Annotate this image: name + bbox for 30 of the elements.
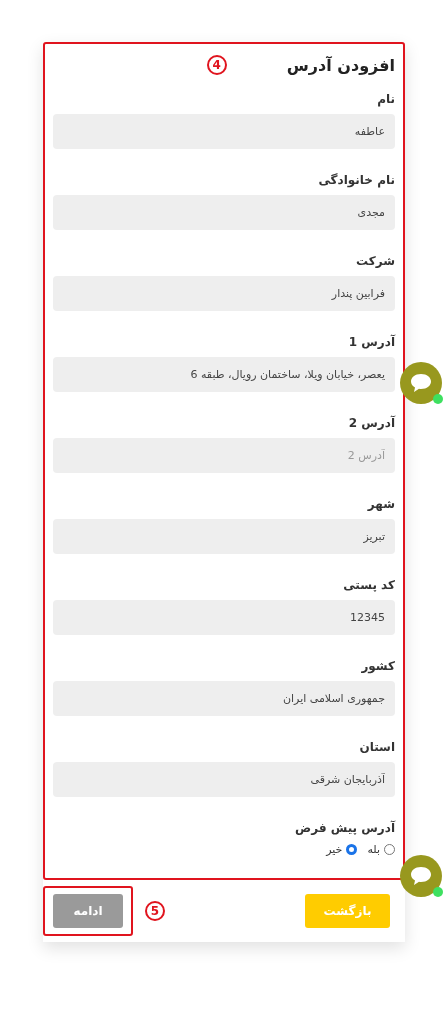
field-label: استان — [358, 740, 395, 754]
field-label: کشور — [360, 659, 395, 673]
input-field[interactable]: تبریز — [53, 519, 395, 554]
input-field[interactable]: آدرس 2 — [53, 438, 395, 473]
field-label: کد پستی — [342, 578, 395, 592]
input-field[interactable]: جمهوری اسلامی ایران — [53, 681, 395, 716]
field-label: شرکت — [355, 254, 395, 268]
input-field[interactable]: مجدی — [53, 195, 395, 230]
chat-button[interactable] — [400, 362, 442, 404]
form-title: افزودن آدرس — [286, 55, 395, 75]
radio-option[interactable]: خیر — [326, 843, 358, 856]
field-label: شهر — [366, 497, 395, 511]
field-label: آدرس 1 — [347, 335, 395, 349]
radio-option[interactable]: بله — [367, 843, 395, 856]
input-field[interactable]: 12345 — [53, 600, 395, 635]
input-field[interactable]: آذربایجان شرقی — [53, 762, 395, 797]
annotation-number: 5 — [145, 901, 165, 921]
input-field[interactable]: فرابین پندار — [53, 276, 395, 311]
chat-bubble-icon — [409, 372, 433, 394]
chat-button[interactable] — [400, 855, 442, 897]
field-label: آدرس پیش فرض — [294, 821, 395, 835]
field-label: نام — [376, 92, 395, 106]
chat-bubble-icon — [409, 865, 433, 887]
field-label: آدرس 2 — [347, 416, 395, 430]
radio-icon[interactable] — [346, 844, 358, 855]
field-label: نام خانوادگی — [317, 173, 395, 187]
input-field[interactable]: یعصر، خیابان ویلا، ساختمان رویال، طبقه 6 — [53, 357, 395, 392]
annotation-number: 4 — [206, 55, 227, 75]
radio-icon[interactable] — [384, 844, 395, 855]
input-field[interactable]: عاطفه — [53, 114, 395, 149]
